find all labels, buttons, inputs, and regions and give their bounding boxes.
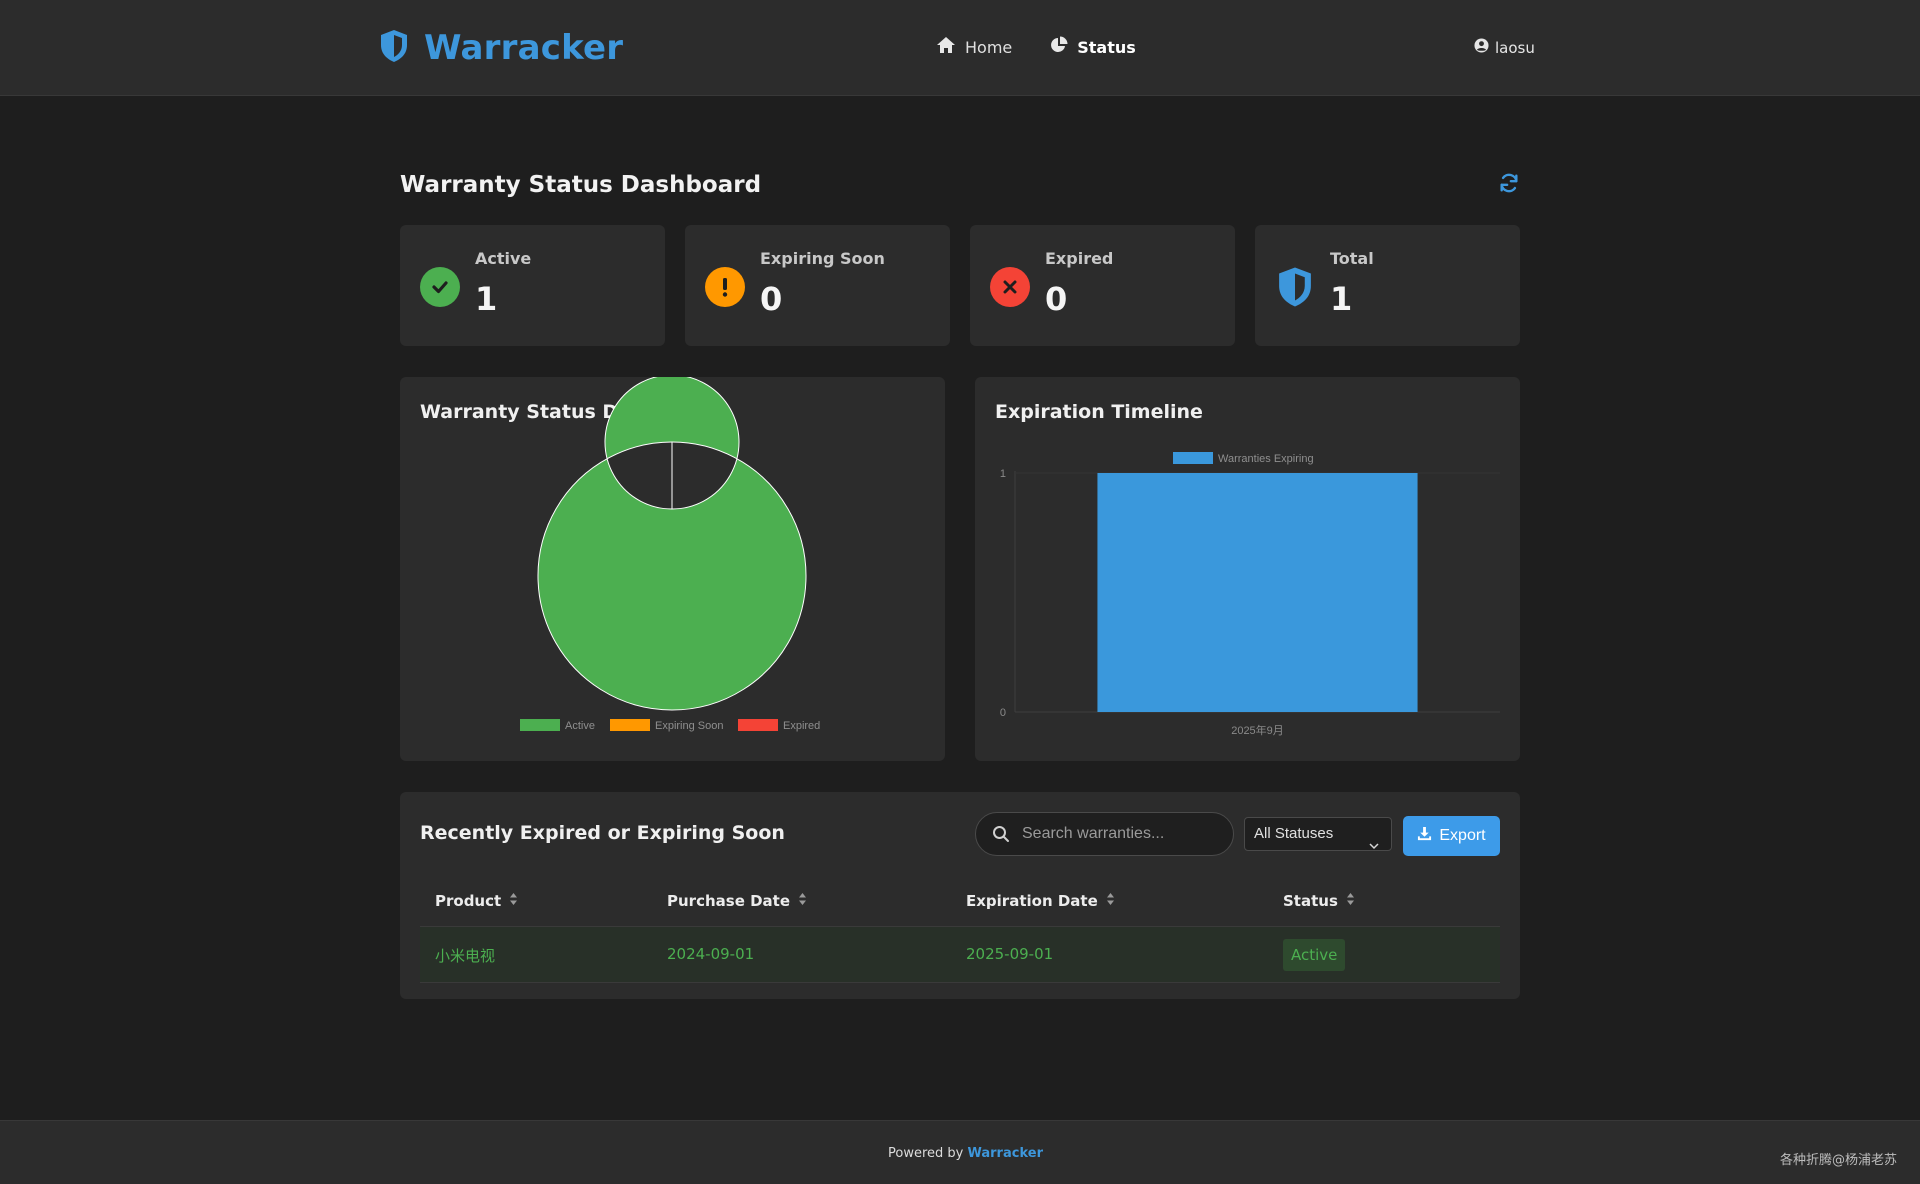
brand-logo[interactable]: Warracker (378, 28, 623, 68)
legend-label: Active (565, 720, 595, 732)
sort-icon (509, 892, 518, 910)
status-filter-select[interactable]: All Statuses (1244, 817, 1392, 851)
cell-purchase-date: 2024-09-01 (667, 945, 755, 963)
legend-swatch (1173, 452, 1213, 464)
nav-status[interactable]: Status (1044, 34, 1142, 60)
page-title: Warranty Status Dashboard (400, 172, 762, 198)
column-header-expiration-date[interactable]: Expiration Date (966, 892, 1115, 910)
x-tick-label: 2025年9月 (1231, 723, 1284, 737)
nav-status-label: Status (1077, 37, 1136, 57)
legend-swatch (738, 719, 778, 731)
shield-icon (1275, 267, 1315, 307)
footer-text: Powered by Warracker (888, 1146, 1043, 1161)
status-filter-value: All Statuses (1254, 825, 1334, 842)
check-icon (420, 267, 460, 307)
export-label: Export (1439, 827, 1486, 844)
timeline-chart: 0 1 2025年9月 Warranties Expiring (1000, 452, 1500, 737)
distribution-chart: Active Expiring Soon Expired (520, 377, 820, 732)
stat-label: Expiring Soon (760, 249, 885, 268)
footer-link[interactable]: Warracker (968, 1146, 1043, 1161)
column-header-label: Purchase Date (667, 892, 791, 910)
column-header-label: Expiration Date (966, 892, 1098, 910)
stat-label: Total (1330, 249, 1374, 268)
nav-home-label: Home (965, 37, 1013, 57)
footer-prefix: Powered by (888, 1146, 964, 1161)
export-button[interactable]: Export (1403, 816, 1500, 856)
nav-home[interactable]: Home (930, 34, 1018, 60)
x-icon (990, 267, 1030, 307)
top-navbar: Warracker Home Status laosu (0, 0, 1920, 96)
stat-card-active: Active 1 (400, 225, 665, 346)
shield-icon (378, 28, 410, 68)
table-row[interactable]: 小米电视 2024-09-01 2025-09-01 Active (420, 926, 1500, 983)
user-menu[interactable]: laosu (1474, 38, 1535, 57)
home-icon (936, 36, 956, 58)
legend-swatch (610, 719, 650, 731)
legend-label: Expiring Soon (655, 720, 724, 732)
stat-value: 0 (760, 280, 783, 318)
status-badge: Active (1283, 939, 1346, 971)
stat-label: Active (475, 249, 532, 268)
stat-card-expired: Expired 0 (970, 225, 1235, 346)
stat-card-expiring-soon: Expiring Soon 0 (685, 225, 950, 346)
stat-value: 0 (1045, 280, 1068, 318)
table-title: Recently Expired or Expiring Soon (420, 822, 785, 844)
column-header-label: Product (435, 892, 502, 910)
table-header: Product Purchase Date Expiration Date St… (420, 878, 1500, 926)
cell-expiration-date: 2025-09-01 (966, 945, 1054, 963)
column-header-purchase-date[interactable]: Purchase Date (667, 892, 807, 910)
stat-card-total: Total 1 (1255, 225, 1520, 346)
stat-value: 1 (475, 280, 498, 318)
watermark: 各种折腾@杨浦老苏 (1780, 1153, 1898, 1168)
exclamation-icon (705, 267, 745, 307)
expiring-warranties-card: Recently Expired or Expiring Soon All St… (400, 792, 1520, 999)
column-header-status[interactable]: Status (1283, 892, 1355, 910)
footer: Powered by Warracker 各种折腾@杨浦老苏 (0, 1120, 1920, 1184)
search-icon (992, 825, 1010, 847)
y-tick-label: 1 (1000, 468, 1006, 480)
user-name: laosu (1495, 38, 1535, 57)
column-header-label: Status (1283, 892, 1338, 910)
pie-chart-icon (1050, 36, 1068, 58)
search-box[interactable] (975, 812, 1234, 856)
legend-swatch (520, 719, 560, 731)
user-circle-icon (1474, 38, 1489, 57)
legend-label: Warranties Expiring (1218, 453, 1314, 465)
sort-icon (798, 892, 807, 910)
legend-label: Expired (783, 720, 820, 732)
brand-name: Warracker (424, 28, 624, 68)
sort-icon (1346, 892, 1355, 910)
search-input[interactable] (1022, 823, 1222, 845)
pie-slice-active (537, 377, 807, 711)
y-tick-label: 0 (1000, 707, 1006, 719)
cell-product: 小米电视 (435, 947, 496, 965)
refresh-button[interactable] (1498, 172, 1522, 196)
distribution-chart-card: Warranty Status Distribution Active Expir… (400, 377, 945, 761)
main-nav: Home Status (930, 34, 1142, 60)
stat-value: 1 (1330, 280, 1353, 318)
stat-label: Expired (1045, 249, 1114, 268)
sort-icon (1106, 892, 1115, 910)
refresh-icon (1498, 173, 1520, 198)
timeline-chart-card: Expiration Timeline 0 1 2025年9月 Warranties … (975, 377, 1520, 761)
chevron-down-icon (1369, 830, 1379, 862)
bar (1097, 473, 1418, 712)
column-header-product[interactable]: Product (435, 892, 518, 910)
download-icon (1417, 826, 1432, 846)
